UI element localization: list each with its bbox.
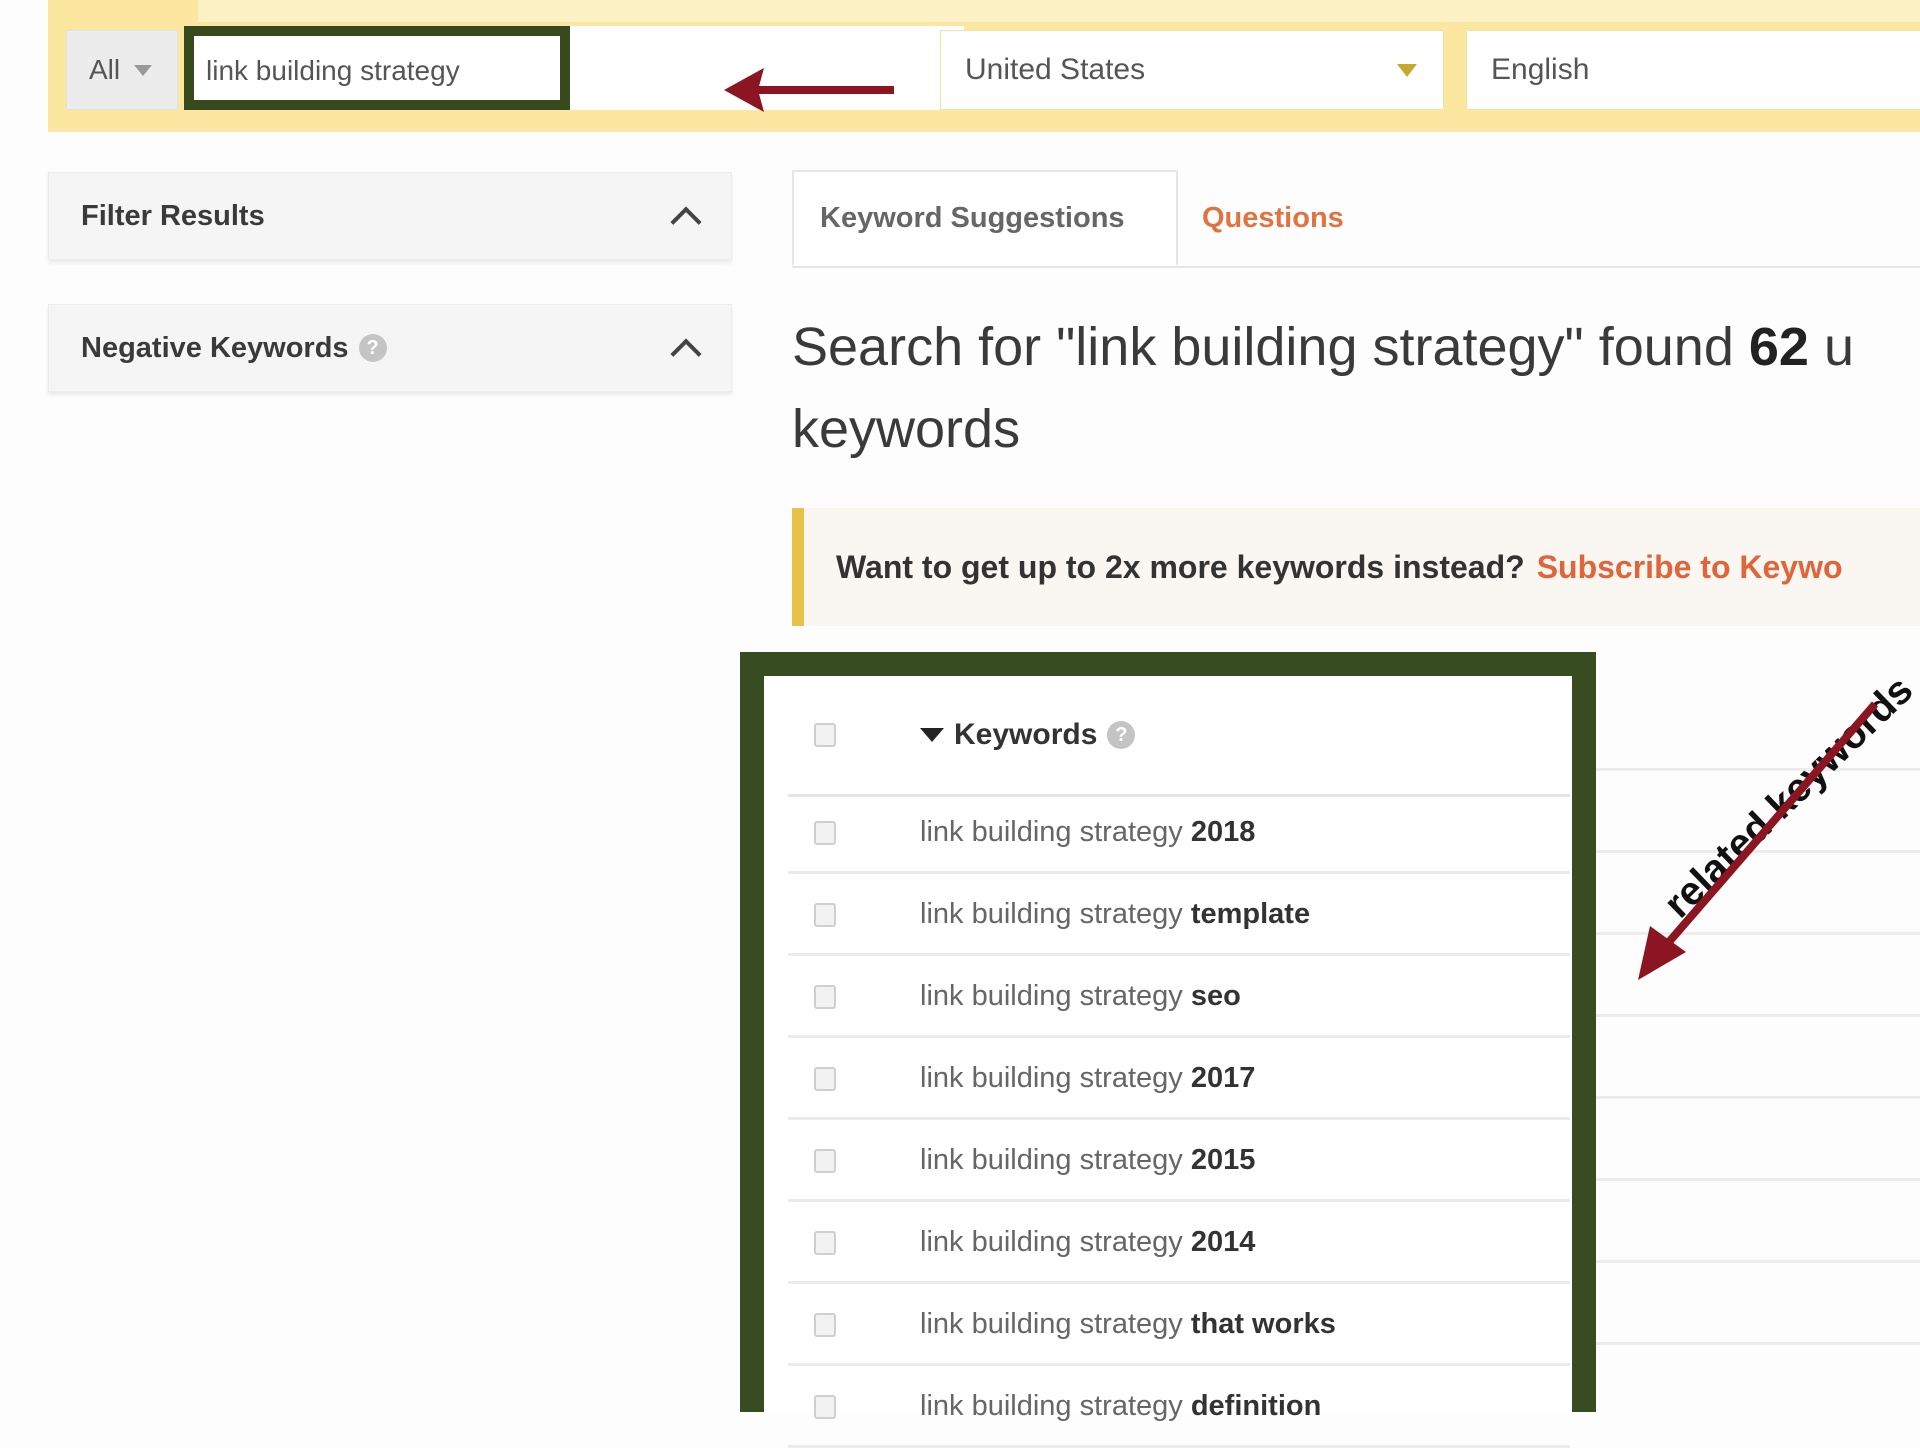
language-value: English xyxy=(1491,53,1590,86)
table-header: Keywords ? xyxy=(788,676,1570,797)
row-divider xyxy=(1596,1014,1920,1017)
headline-line-2: keywords xyxy=(792,399,1021,459)
headline-suffix: u xyxy=(1808,317,1854,377)
row-divider xyxy=(1596,1260,1920,1263)
select-all-checkbox[interactable] xyxy=(814,723,836,747)
row-checkbox[interactable] xyxy=(814,1066,836,1091)
keywords-column-header[interactable]: Keywords ? xyxy=(920,718,1136,752)
keyword-text[interactable]: link building strategy definition xyxy=(920,1390,1321,1423)
keyword-base: link building strategy xyxy=(920,980,1183,1012)
row-divider xyxy=(1596,1342,1920,1345)
help-icon[interactable]: ? xyxy=(1107,721,1136,749)
table-row[interactable]: link building strategy 2017 xyxy=(788,1040,1570,1120)
language-select[interactable]: English xyxy=(1466,30,1920,110)
upgrade-banner: Want to get up to 2x more keywords inste… xyxy=(792,508,1920,626)
panel-title: Negative Keywords ? xyxy=(81,332,387,365)
keyword-search-input[interactable] xyxy=(184,26,570,110)
keyword-text[interactable]: link building strategy that works xyxy=(920,1308,1336,1341)
column-header-label: Keywords xyxy=(954,718,1098,751)
row-checkbox[interactable] xyxy=(814,1148,836,1173)
keyword-suffix: 2018 xyxy=(1190,816,1256,848)
search-type-value: All xyxy=(89,54,121,85)
keyword-base: link building strategy xyxy=(920,1144,1183,1176)
search-bar-strip xyxy=(198,0,1920,22)
table-row[interactable]: link building strategy seo xyxy=(788,958,1570,1038)
keyword-base: link building strategy xyxy=(920,816,1183,848)
keyword-suffix: that works xyxy=(1190,1308,1336,1340)
row-checkbox[interactable] xyxy=(814,820,836,845)
search-field-wrapper xyxy=(184,26,964,112)
row-divider xyxy=(1596,1096,1920,1099)
keyword-base: link building strategy xyxy=(920,1226,1183,1258)
row-checkbox[interactable] xyxy=(814,1394,836,1419)
subscribe-link[interactable]: Subscribe to Keywo xyxy=(1537,549,1843,586)
keyword-text[interactable]: link building strategy 2014 xyxy=(920,1226,1255,1259)
keyword-text[interactable]: link building strategy 2015 xyxy=(920,1144,1255,1177)
country-value: United States xyxy=(965,53,1146,86)
annotation-arrow-shaft xyxy=(1658,701,1879,953)
table-row[interactable]: link building strategy 2015 xyxy=(788,1122,1570,1202)
negative-keywords-label: Negative Keywords xyxy=(81,331,349,364)
table-row[interactable]: link building strategy 2018 xyxy=(788,794,1570,874)
sort-desc-icon xyxy=(920,728,944,742)
tab-label: Keyword Suggestions xyxy=(820,201,1125,234)
keyword-base: link building strategy xyxy=(920,1062,1183,1094)
search-type-select[interactable]: All xyxy=(66,30,178,110)
row-checkbox[interactable] xyxy=(814,1312,836,1337)
headline-line-1: Search for "link building strategy" foun… xyxy=(792,306,1920,388)
tab-keyword-suggestions[interactable]: Keyword Suggestions xyxy=(792,170,1178,266)
table-row[interactable]: link building strategy template xyxy=(788,876,1570,956)
result-tabs: Keyword Suggestions Questions xyxy=(792,170,1920,268)
keyword-suffix: seo xyxy=(1190,980,1241,1012)
related-keywords-annotation: related keywords xyxy=(1638,668,1920,980)
negative-keywords-panel[interactable]: Negative Keywords ? xyxy=(48,304,732,392)
row-checkbox[interactable] xyxy=(814,902,836,927)
keyword-suffix: 2015 xyxy=(1190,1144,1256,1176)
table-row[interactable]: link building strategy that works xyxy=(788,1286,1570,1366)
keyword-text[interactable]: link building strategy template xyxy=(920,898,1310,931)
keyword-base: link building strategy xyxy=(920,898,1183,930)
results-headline: Search for "link building strategy" foun… xyxy=(792,306,1920,470)
panel-title: Filter Results xyxy=(81,200,265,233)
upgrade-banner-text: Want to get up to 2x more keywords inste… xyxy=(836,548,1525,585)
keyword-suffix: definition xyxy=(1190,1390,1322,1422)
filter-results-label: Filter Results xyxy=(81,199,265,232)
caret-down-icon xyxy=(134,64,153,76)
red-arrow-left-icon xyxy=(724,68,894,112)
tab-label: Questions xyxy=(1202,201,1344,234)
row-checkbox[interactable] xyxy=(814,984,836,1009)
row-divider xyxy=(1596,1178,1920,1181)
keyword-base: link building strategy xyxy=(920,1308,1183,1340)
keyword-text[interactable]: link building strategy seo xyxy=(920,980,1241,1013)
keyword-text[interactable]: link building strategy 2018 xyxy=(920,816,1255,849)
chevron-up-icon[interactable] xyxy=(670,206,702,238)
caret-down-icon xyxy=(1397,63,1417,77)
help-icon[interactable]: ? xyxy=(358,334,387,362)
chevron-up-icon[interactable] xyxy=(670,338,702,370)
tab-questions[interactable]: Questions xyxy=(1202,170,1344,266)
keyword-text[interactable]: link building strategy 2017 xyxy=(920,1062,1255,1095)
country-select[interactable]: United States xyxy=(940,30,1444,110)
annotation-label: related keywords xyxy=(1656,668,1920,927)
table-row[interactable]: link building strategy 2014 xyxy=(788,1204,1570,1284)
keyword-base: link building strategy xyxy=(920,1390,1183,1422)
search-bar: All United States English xyxy=(48,0,1920,132)
filter-results-panel[interactable]: Filter Results xyxy=(48,172,732,260)
table-row[interactable]: link building strategy definition xyxy=(788,1368,1570,1448)
keyword-suffix: 2017 xyxy=(1190,1062,1256,1094)
result-count: 62 xyxy=(1748,317,1809,377)
row-checkbox[interactable] xyxy=(814,1230,836,1255)
keyword-suffix: template xyxy=(1190,898,1311,930)
headline-prefix: Search for "link building strategy" foun… xyxy=(792,317,1749,377)
keyword-table-highlight: Keywords ? link building strategy 2018 li… xyxy=(740,652,1596,1448)
keyword-suffix: 2014 xyxy=(1190,1226,1256,1258)
